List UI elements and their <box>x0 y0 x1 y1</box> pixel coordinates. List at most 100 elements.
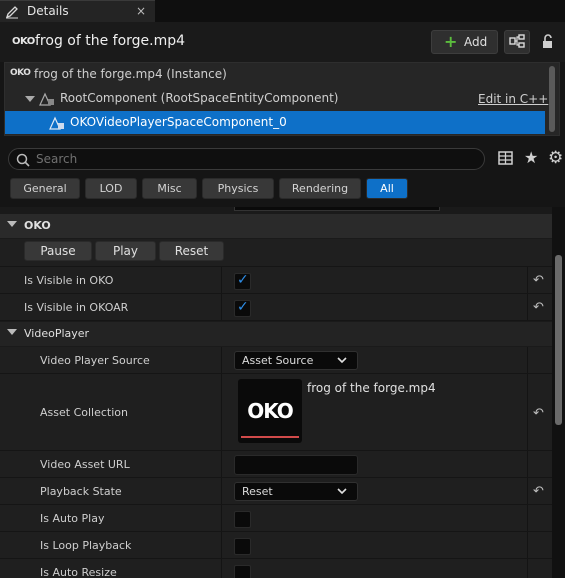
search-box <box>8 148 485 170</box>
actor-icon: OKO <box>10 68 31 78</box>
chevron-down-icon <box>7 329 17 335</box>
chevron-down-icon <box>337 357 347 364</box>
pause-button[interactable]: Pause <box>24 241 92 261</box>
dropdown-value: Reset <box>242 485 273 498</box>
column-divider <box>221 451 222 477</box>
tree-item-root-component[interactable]: RootComponent (RootSpaceEntityComponent) <box>5 87 545 110</box>
row-is-visible-in-okoar: Is Visible in OKOAR ✓ ↶ <box>0 294 552 321</box>
filter-all[interactable]: All <box>366 178 408 199</box>
play-button[interactable]: Play <box>95 241 156 261</box>
property-label: Is Auto Resize <box>40 566 117 578</box>
column-divider <box>527 532 528 558</box>
reset-to-default-icon[interactable]: ↶ <box>533 484 544 499</box>
column-divider <box>221 559 222 578</box>
category-oko[interactable]: OKO <box>0 214 552 238</box>
tree-scrollbar[interactable] <box>549 66 555 132</box>
oko-logo: OKO <box>247 399 294 423</box>
table-view-icon[interactable] <box>498 151 513 165</box>
tree-item-instance[interactable]: OKO frog of the forge.mp4 (Instance) <box>5 63 545 86</box>
details-panel: OKO Pause Play Reset Is Visible in OKO ✓… <box>0 207 552 578</box>
add-component-button[interactable]: + Add <box>431 30 498 54</box>
column-divider <box>527 294 528 320</box>
category-label: VideoPlayer <box>24 327 90 340</box>
reset-to-default-icon[interactable]: ↶ <box>533 300 544 315</box>
column-divider <box>527 559 528 578</box>
playback-state-dropdown[interactable]: Reset <box>234 482 358 501</box>
filter-lod[interactable]: LOD <box>85 178 137 199</box>
component-icon <box>39 92 54 106</box>
clipped-field <box>234 207 440 211</box>
column-divider <box>221 347 222 373</box>
row-video-asset-url: Video Asset URL <box>0 451 552 478</box>
property-label: Is Loop Playback <box>40 539 132 552</box>
column-divider <box>221 374 222 450</box>
asset-name: frog of the forge.mp4 <box>307 381 436 395</box>
column-divider <box>527 267 528 293</box>
asset-thumbnail[interactable]: OKO <box>238 379 302 443</box>
column-divider <box>527 505 528 531</box>
tree-item-video-player-component[interactable]: OKOVideoPlayerSpaceComponent_0 <box>5 111 545 134</box>
filter-physics[interactable]: Physics <box>202 178 274 199</box>
column-divider <box>221 505 222 531</box>
check-icon: ✓ <box>237 272 249 288</box>
add-label: Add <box>464 35 488 49</box>
oko-buttons-row: Pause Play Reset <box>0 239 552 267</box>
video-asset-url-input[interactable] <box>234 455 358 475</box>
component-tree: OKO frog of the forge.mp4 (Instance) Roo… <box>4 62 560 136</box>
close-icon[interactable]: × <box>136 4 146 18</box>
edit-in-cpp-link[interactable]: Edit in C++ <box>478 92 548 106</box>
column-divider <box>221 532 222 558</box>
chevron-down-icon <box>337 488 347 495</box>
dropdown-value: Asset Source <box>242 354 314 367</box>
tab-details[interactable]: Details × <box>0 0 155 22</box>
is-loop-playback-checkbox[interactable] <box>234 538 251 555</box>
is-visible-in-oko-checkbox[interactable]: ✓ <box>234 272 251 290</box>
check-icon: ✓ <box>237 299 249 315</box>
row-is-visible-in-oko: Is Visible in OKO ✓ ↶ <box>0 267 552 294</box>
is-auto-resize-checkbox[interactable] <box>234 565 251 578</box>
column-divider <box>527 347 528 373</box>
property-label: Asset Collection <box>40 406 128 419</box>
row-is-auto-resize: Is Auto Resize <box>0 559 552 578</box>
hierarchy-icon <box>509 34 525 48</box>
category-videoplayer[interactable]: VideoPlayer <box>0 322 552 346</box>
video-player-source-dropdown[interactable]: Asset Source <box>234 351 358 370</box>
search-icon <box>16 153 30 167</box>
chevron-down-icon <box>25 96 35 102</box>
blueprint-button[interactable] <box>504 30 530 54</box>
details-scrollbar-thumb[interactable] <box>555 255 562 425</box>
property-label: Playback State <box>40 485 122 498</box>
row-is-auto-play: Is Auto Play <box>0 505 552 532</box>
reset-to-default-icon[interactable]: ↶ <box>533 406 544 421</box>
filter-rendering[interactable]: Rendering <box>279 178 361 199</box>
property-label: Is Visible in OKO <box>24 274 114 287</box>
tab-label: Details <box>27 4 69 18</box>
is-auto-play-checkbox[interactable] <box>234 511 251 528</box>
column-divider <box>221 478 222 504</box>
filter-misc[interactable]: Misc <box>142 178 197 199</box>
column-divider <box>221 294 222 320</box>
category-label: OKO <box>24 219 51 232</box>
star-icon[interactable]: ★ <box>524 148 538 167</box>
search-input[interactable] <box>36 151 476 167</box>
actor-name: frog of the forge.mp4 <box>35 33 186 49</box>
filter-general[interactable]: General <box>10 178 80 199</box>
tab-bar: Details × <box>0 0 565 22</box>
property-label: Is Auto Play <box>40 512 105 525</box>
row-is-loop-playback: Is Loop Playback <box>0 532 552 559</box>
pencil-icon <box>5 6 18 19</box>
row-video-player-source: Video Player Source Asset Source <box>0 347 552 374</box>
plus-icon: + <box>444 32 458 51</box>
property-label: Video Player Source <box>40 354 150 367</box>
lock-icon[interactable] <box>540 34 556 50</box>
reset-button[interactable]: Reset <box>159 241 224 261</box>
actor-icon: OKO <box>12 36 35 47</box>
reset-to-default-icon[interactable]: ↶ <box>533 273 544 288</box>
tree-item-label: RootComponent (RootSpaceEntityComponent) <box>60 91 339 105</box>
column-divider <box>221 267 222 293</box>
column-divider <box>527 374 528 450</box>
row-playback-state: Playback State Reset ↶ <box>0 478 552 505</box>
property-label: Is Visible in OKOAR <box>24 301 129 314</box>
gear-icon[interactable]: ⚙ <box>548 148 563 168</box>
is-visible-in-okoar-checkbox[interactable]: ✓ <box>234 299 251 317</box>
